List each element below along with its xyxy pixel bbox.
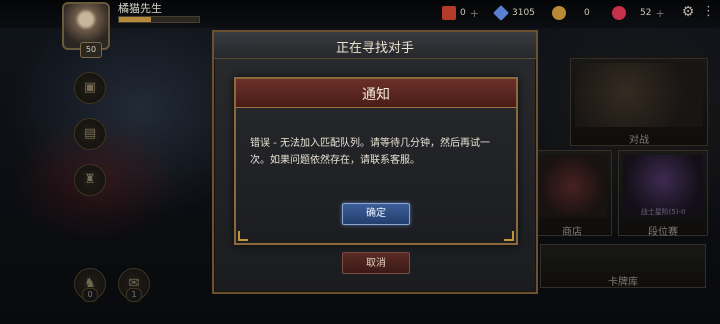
resource-crystal[interactable]: 3105 <box>493 5 535 21</box>
resource-gem[interactable]: 52 + <box>612 6 665 20</box>
notice-dialog: 通知 错误 - 无法加入匹配队列。请等待几分钟，然后再试一次。如果问题依然存在，… <box>234 77 518 245</box>
add-gem-icon[interactable]: + <box>655 7 664 20</box>
player-level-badge: 50 <box>80 42 102 58</box>
notice-dialog-header: 通知 <box>236 79 516 108</box>
corner-ornament <box>238 231 248 241</box>
add-ticket-icon[interactable]: + <box>470 7 479 20</box>
crystal-icon <box>493 5 509 21</box>
ticket-count: 0 <box>460 8 466 18</box>
resource-ticket[interactable]: 0 + <box>442 6 479 20</box>
crystal-count: 3105 <box>512 8 535 18</box>
corner-ornament <box>504 231 514 241</box>
resource-gold[interactable]: 0 <box>552 6 590 20</box>
gold-count: 0 <box>584 8 590 18</box>
search-dialog-title: 正在寻找对手 <box>335 41 414 56</box>
xp-bar <box>118 16 200 23</box>
ticket-icon <box>442 6 456 20</box>
more-menu-icon[interactable]: ⋮ <box>702 4 715 20</box>
notice-dialog-title: 通知 <box>362 87 390 103</box>
gold-coin-icon <box>552 6 566 20</box>
gem-count: 52 <box>640 8 652 18</box>
gear-icon[interactable]: ⚙ <box>680 4 696 20</box>
search-dialog-header: 正在寻找对手 <box>214 32 536 59</box>
cancel-button[interactable]: 取消 <box>342 252 410 274</box>
notice-message: 错误 - 无法加入匹配队列。请等待几分钟，然后再试一次。如果问题依然存在，请联系… <box>250 138 490 166</box>
confirm-button[interactable]: 确定 <box>342 203 410 225</box>
game-screen: 对战 商店 战士星阶(5)-II 段位赛 卡牌库 ▣ ▤ ♜ ♞ 0 ✉ 1 5… <box>0 0 720 324</box>
red-gem-icon <box>612 6 626 20</box>
xp-bar-fill <box>119 17 151 22</box>
player-name: 橘猫先生 <box>118 2 162 15</box>
